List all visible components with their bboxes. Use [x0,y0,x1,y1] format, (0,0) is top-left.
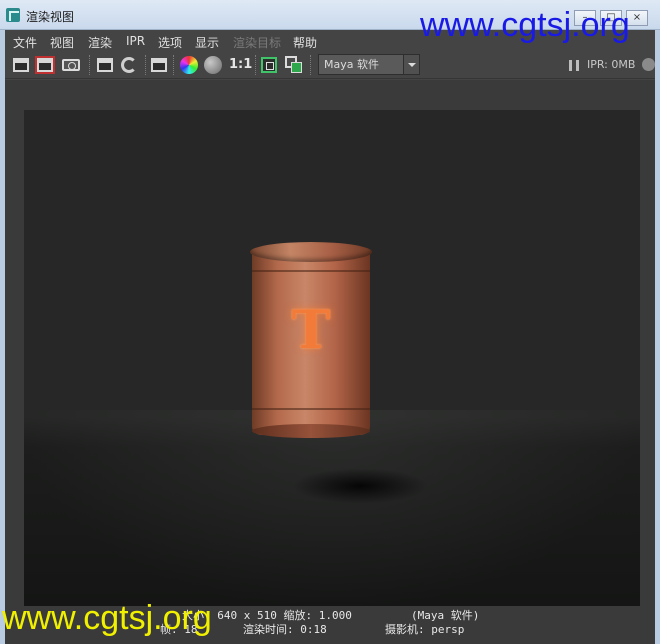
toolbar-separator [89,55,91,75]
menu-file[interactable]: 文件 [13,34,37,51]
render-region-icon[interactable] [35,56,55,74]
watermark-bottom: www.cgtsj.org [2,599,212,637]
menu-render-target[interactable]: 渲染目标 [233,34,281,51]
menu-view[interactable]: 视图 [50,34,74,51]
menu-display[interactable]: 显示 [195,34,219,51]
render-sequence-icon[interactable] [151,58,167,72]
can-letter: T [291,300,331,361]
watermark-top: www.cgtsj.org [420,6,630,44]
ipr-render-icon[interactable] [97,58,113,72]
keep-image-front-shape [291,62,302,73]
menu-ipr[interactable]: IPR [126,34,145,48]
can-rim [250,242,372,262]
floor-glow [24,410,640,606]
can-band [252,270,370,272]
toolbar-separator [310,55,312,75]
display-region-icon[interactable] [261,57,277,73]
menu-options[interactable]: 选项 [158,34,182,51]
status-render-time: 渲染时间: 0:18 [243,623,327,636]
keep-image-icon[interactable] [285,56,303,74]
can-bottom [252,424,370,438]
toolbar-separator [145,55,147,75]
status-camera: 摄影机: persp [385,623,465,636]
chevron-down-icon [403,55,419,74]
window-title: 渲染视图 [26,10,75,24]
renderer-dropdown[interactable]: Maya 软件 [318,54,420,75]
menu-help[interactable]: 帮助 [293,34,317,51]
rgb-channels-icon[interactable] [180,56,198,74]
redo-render-icon[interactable] [13,58,29,72]
rendered-image: T [24,110,640,606]
toolbar: 1:1 Maya 软件 IPR: 0MB [5,51,655,79]
real-size-button[interactable]: 1:1 [229,57,252,72]
refresh-icon[interactable] [121,57,137,73]
snapshot-camera-icon[interactable] [62,59,80,71]
ipr-memory-readout: IPR: 0MB [587,58,636,71]
ipr-status-indicator [642,58,655,71]
can-shadow [292,468,428,504]
maya-app-icon [6,8,20,22]
menu-render[interactable]: 渲染 [88,34,112,51]
toolbar-separator [173,55,175,75]
toolbar-separator [255,55,257,75]
alpha-channel-icon[interactable] [204,56,222,74]
pause-icon[interactable] [569,60,579,71]
renderer-dropdown-value: Maya 软件 [324,58,379,71]
can-band [252,408,370,410]
